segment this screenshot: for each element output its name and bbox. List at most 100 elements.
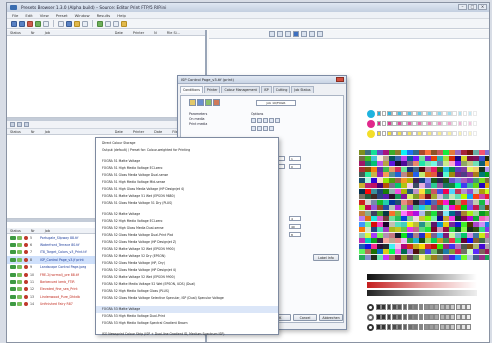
column-header[interactable]: Nr bbox=[31, 228, 35, 233]
grid-icon[interactable] bbox=[269, 118, 274, 123]
flip-icon[interactable] bbox=[257, 126, 262, 131]
pane-tool-icon[interactable] bbox=[24, 122, 29, 127]
menu-item[interactable]: FOGRA 52 High Media Voltage ECI-zero bbox=[96, 218, 278, 225]
menu-item[interactable]: FOGRA 52 Matte Media Voltage 52 Wet (EPS… bbox=[96, 281, 278, 288]
job-name-field[interactable]: Job 10/FOGR bbox=[256, 100, 296, 106]
menu-item[interactable]: Output (default) / Preset for: Colour-we… bbox=[96, 147, 278, 154]
spin-field[interactable]: 40 bbox=[289, 224, 301, 229]
menu-item[interactable]: FOGRA 52 Gloss Media Voltage (HP, Dry) bbox=[96, 260, 278, 267]
menu-preset[interactable]: Preset bbox=[56, 12, 68, 18]
menu-item[interactable]: FOGRA 52 Matte Voltage 52 Dry (EPSON) bbox=[96, 253, 278, 260]
column-header[interactable]: Job bbox=[45, 30, 105, 35]
forward-icon[interactable] bbox=[19, 20, 25, 27]
tab-isp[interactable]: ISP bbox=[260, 86, 272, 93]
menu-item[interactable]: FOGRA 51 Gloss Media Voltage Dual-sense bbox=[96, 172, 278, 179]
open-icon[interactable] bbox=[74, 20, 80, 27]
zoom-out-icon[interactable] bbox=[285, 31, 291, 37]
text-icon[interactable] bbox=[257, 118, 262, 123]
column-header[interactable]: N bbox=[154, 30, 157, 35]
column-header[interactable]: Job bbox=[45, 129, 105, 134]
back-icon[interactable] bbox=[11, 20, 17, 27]
menu-item[interactable]: Direct Colour Storage bbox=[96, 140, 278, 147]
column-header[interactable]: Date bbox=[154, 129, 162, 134]
menu-item[interactable]: FOGRA 53 High Media Voltage Spectral Gra… bbox=[96, 320, 278, 327]
dialog-close-button[interactable] bbox=[336, 77, 344, 82]
menu-item[interactable]: FOGRA 52 Gloss Media Voltage (HP Designj… bbox=[96, 267, 278, 274]
menu-item[interactable]: FOGRA 53 Matte Voltage bbox=[96, 306, 278, 313]
scale-icon[interactable] bbox=[263, 126, 268, 131]
tab-colour-management[interactable]: Colour Management bbox=[221, 86, 260, 93]
close-button[interactable]: × bbox=[478, 4, 487, 10]
spin-field[interactable]: 4 bbox=[289, 216, 301, 221]
tab-cutting[interactable]: Cutting bbox=[272, 86, 291, 93]
crop-icon[interactable] bbox=[263, 118, 268, 123]
layout-icon[interactable] bbox=[197, 99, 204, 106]
rotate-icon[interactable] bbox=[309, 31, 315, 37]
pane-tool-icon[interactable] bbox=[17, 122, 22, 127]
menu-item[interactable]: FOGRA 51 High Gloss Media Voltage (HP De… bbox=[96, 186, 278, 193]
menu-item[interactable]: FOGRA 52 Matte Voltage 52 Wet (EPSON 990… bbox=[96, 274, 278, 281]
folder-icon[interactable] bbox=[189, 99, 196, 106]
column-header[interactable]: Nr bbox=[31, 30, 35, 35]
rotate-tool-icon[interactable] bbox=[251, 126, 256, 131]
menu-help[interactable]: Help bbox=[117, 12, 126, 18]
menu-item[interactable]: ISO Newsprint Colour Strip (ISP + Dual-l… bbox=[96, 331, 278, 338]
maximize-button[interactable]: □ bbox=[468, 4, 477, 10]
home-icon[interactable] bbox=[43, 20, 49, 27]
chart-icon[interactable] bbox=[105, 20, 111, 27]
column-header[interactable]: Date bbox=[115, 129, 123, 134]
column-header[interactable]: Printer bbox=[133, 30, 144, 35]
settings-icon[interactable] bbox=[113, 20, 119, 27]
refresh-icon[interactable] bbox=[35, 20, 41, 27]
zoom-icon[interactable] bbox=[82, 20, 88, 27]
tab-conditions[interactable]: Conditions bbox=[180, 86, 203, 93]
help-icon[interactable] bbox=[121, 20, 127, 27]
column-header[interactable]: Date bbox=[115, 30, 123, 35]
column-header[interactable]: Status bbox=[10, 228, 21, 233]
menu-item[interactable]: FOGRA 52 Matte Voltage 52 Wet (EPSON 990… bbox=[96, 246, 278, 253]
media-icon[interactable] bbox=[205, 99, 212, 106]
prev-page-icon[interactable] bbox=[269, 31, 275, 37]
menu-results[interactable]: Results bbox=[97, 12, 111, 18]
tab-printer[interactable]: Printer bbox=[203, 86, 221, 93]
column-header[interactable]: File Si... bbox=[167, 30, 180, 35]
column-header[interactable]: Job bbox=[45, 228, 50, 233]
print-icon[interactable] bbox=[58, 20, 64, 27]
menu-item[interactable]: FOGRA 51 Gloss Media Voltage 51 Dry (PLU… bbox=[96, 200, 278, 207]
tab-job-status[interactable]: Job Status bbox=[291, 86, 314, 93]
menu-view[interactable]: View bbox=[40, 12, 49, 18]
measure-icon[interactable] bbox=[97, 20, 103, 27]
align-icon[interactable] bbox=[251, 118, 256, 123]
menu-item[interactable]: FOGRA 52 Matte Voltage bbox=[96, 211, 278, 218]
menu-item[interactable]: FOGRA 52 Gloss Media Voltage Dual-Print … bbox=[96, 232, 278, 239]
stop-icon[interactable] bbox=[27, 20, 33, 27]
zoom-in-icon[interactable] bbox=[293, 31, 299, 37]
pane-tool-icon[interactable] bbox=[10, 122, 15, 127]
output-icon[interactable] bbox=[213, 99, 220, 106]
menu-item[interactable]: FOGRA 51 Matte Voltage 51 Wet (EPSON 988… bbox=[96, 193, 278, 200]
minimize-button[interactable]: – bbox=[458, 4, 467, 10]
spin-field[interactable]: 8 bbox=[289, 232, 301, 237]
next-page-icon[interactable] bbox=[277, 31, 283, 37]
column-header[interactable]: Nr bbox=[31, 129, 35, 134]
spin-field[interactable]: 1 bbox=[289, 156, 301, 161]
menu-window[interactable]: Window bbox=[75, 12, 90, 18]
column-header[interactable]: Status bbox=[10, 30, 21, 35]
menu-item[interactable]: FOGRA 51 Matte Voltage bbox=[96, 158, 278, 165]
save-icon[interactable] bbox=[66, 20, 72, 27]
menu-item[interactable]: FOGRA 52 High Media Voltage Gloss (PLUS) bbox=[96, 288, 278, 295]
column-header[interactable]: Printer bbox=[133, 129, 144, 134]
menu-item[interactable]: FOGRA 51 High Media Voltage Mid-sense bbox=[96, 179, 278, 186]
info-icon[interactable] bbox=[317, 31, 323, 37]
column-header[interactable]: Status bbox=[10, 129, 21, 134]
mirror-icon[interactable] bbox=[269, 126, 274, 131]
spin-field[interactable]: 0 bbox=[289, 164, 301, 169]
measure-tool-icon[interactable] bbox=[275, 118, 280, 123]
menu-file[interactable]: File bbox=[12, 12, 18, 18]
menu-item[interactable]: FOGRA 51 High Media Voltage ECI-zero bbox=[96, 165, 278, 172]
menu-item[interactable]: FOGRA 52 Gloss Media Voltage Selective S… bbox=[96, 295, 278, 302]
apply-button[interactable]: Abbrechen bbox=[319, 314, 343, 321]
label-info-button[interactable]: Label Info bbox=[313, 254, 339, 261]
menu-item[interactable]: FOGRA 52 Gloss Media Voltage (HP Designj… bbox=[96, 239, 278, 246]
fit-page-icon[interactable] bbox=[301, 31, 307, 37]
